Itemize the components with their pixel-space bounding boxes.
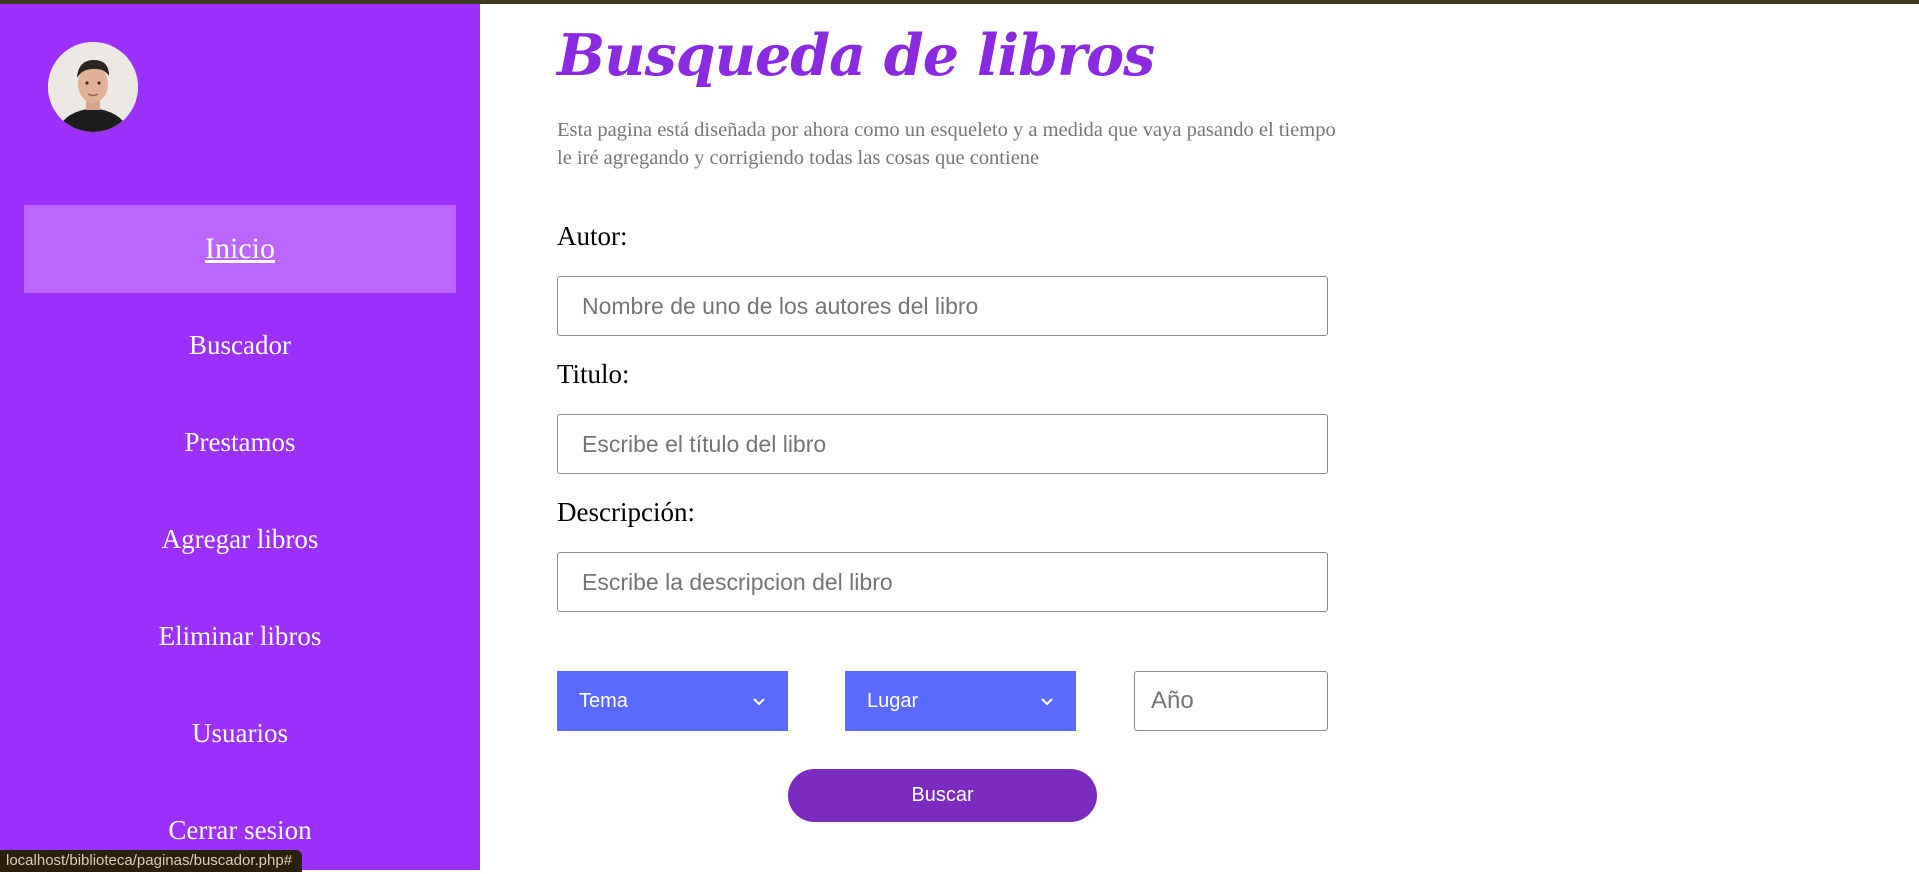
author-input[interactable] [557,276,1328,336]
nav-agregar-libros[interactable]: Agregar libros [24,495,456,583]
status-bar-url: localhost/biblioteca/paginas/buscador.ph… [0,850,303,872]
author-label: Autor: [557,221,628,251]
lugar-select-value: Lugar [867,689,919,712]
tema-select-value: Tema [579,689,628,712]
sidebar: Inicio Buscador Prestamos Agregar libros… [0,4,480,870]
title-label: Titulo: [557,359,630,389]
intro-line-2: le iré agregando y corrigiendo todas las… [557,147,1040,169]
nav-inicio[interactable]: Inicio [24,205,456,293]
description-label: Descripción: [557,497,695,527]
chevron-down-icon [753,698,765,706]
chevron-down-icon [1041,698,1053,706]
title-input[interactable] [557,414,1328,474]
year-input[interactable] [1134,671,1328,731]
nav-eliminar-libros[interactable]: Eliminar libros [24,592,456,680]
user-avatar[interactable] [48,42,138,132]
search-button[interactable]: Buscar [788,769,1097,822]
lugar-select[interactable]: Lugar [845,671,1076,731]
nav-usuarios[interactable]: Usuarios [24,689,456,777]
page-intro: Esta pagina está diseñada por ahora como… [557,116,1487,172]
nav-prestamos[interactable]: Prestamos [24,398,456,486]
tema-select[interactable]: Tema [557,671,788,731]
page-title: Busqueda de libros [557,22,1155,89]
nav-buscador[interactable]: Buscador [24,301,456,389]
intro-line-1: Esta pagina está diseñada por ahora como… [557,119,1336,141]
avatar-photo-icon [48,42,138,132]
description-input[interactable] [557,552,1328,612]
